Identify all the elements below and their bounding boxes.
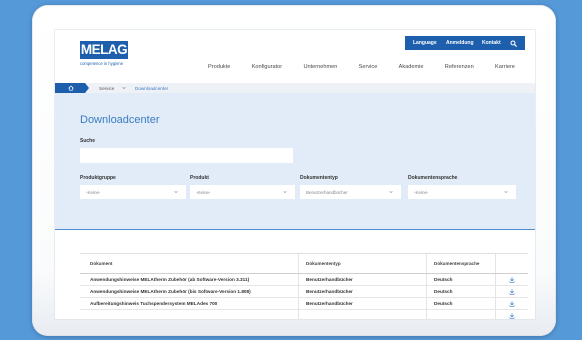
select-value: -Keine- <box>196 189 211 195</box>
table-header: Dokument Dokumententyp Dokumentensprache <box>80 253 528 274</box>
nav-item-referenzen[interactable]: Referenzen <box>445 64 474 71</box>
main-nav: Produkte Konfigurator Unternehmen Servic… <box>208 64 515 71</box>
utility-link-language[interactable]: Language <box>413 40 437 46</box>
download-cell <box>495 310 528 319</box>
column-header-document-language[interactable]: Dokumentensprache <box>426 254 495 273</box>
search-icon[interactable] <box>510 39 517 47</box>
search-input[interactable] <box>80 148 293 163</box>
download-icon[interactable] <box>509 276 515 283</box>
chevron-down-icon <box>389 191 393 193</box>
nav-item-konfigurator[interactable]: Konfigurator <box>252 64 282 71</box>
download-icon[interactable] <box>509 312 515 319</box>
document-name[interactable]: Anwendungshinweise MELAtherm Zubehör (ab… <box>80 274 298 285</box>
column-header-document[interactable]: Dokument <box>80 254 298 273</box>
breadcrumb: Service Downloadcenter <box>55 83 535 93</box>
tablet-screen: Language Anmeldung Kontakt MELAG compete… <box>55 30 535 319</box>
table-row[interactable]: Anwendungshinweise MELAtherm Zubehör (bi… <box>80 286 528 298</box>
download-icon[interactable] <box>509 288 515 295</box>
page-title: Downloadcenter <box>80 114 160 126</box>
document-language: Deutsch <box>426 298 495 309</box>
utility-link-contact[interactable]: Kontakt <box>482 40 501 46</box>
column-header-download <box>495 254 528 273</box>
column-header-document-type[interactable]: Dokumententyp <box>298 254 426 273</box>
nav-item-karriere[interactable]: Karriere <box>495 64 515 71</box>
table-row[interactable]: Anwendungshinweise MELAtherm Zubehör (ab… <box>80 274 528 286</box>
select-value: Benutzerhandbücher <box>306 189 348 195</box>
search-label: Suche <box>80 138 96 144</box>
document-name[interactable]: Aufbereitungshinweis Tuchspendersystem M… <box>80 298 298 309</box>
document-type: Benutzerhandbücher <box>298 274 426 285</box>
document-language: Deutsch <box>426 274 495 285</box>
nav-item-akademie[interactable]: Akademie <box>399 64 424 71</box>
chevron-down-icon[interactable] <box>122 86 126 90</box>
breadcrumb-item-current: Downloadcenter <box>135 85 169 91</box>
breadcrumb-home[interactable] <box>55 83 89 93</box>
chevron-down-icon <box>283 191 287 193</box>
document-name[interactable] <box>80 310 298 319</box>
breadcrumb-item-service[interactable]: Service <box>99 86 114 91</box>
tablet-frame: Language Anmeldung Kontakt MELAG compete… <box>32 5 556 336</box>
document-language <box>426 310 495 319</box>
nav-item-unternehmen[interactable]: Unternehmen <box>303 64 337 71</box>
filter-label-document-type: Dokumententyp <box>300 175 338 181</box>
filter-label-document-language: Dokumentensprache <box>408 175 458 181</box>
chevron-down-icon <box>174 191 178 193</box>
nav-item-service[interactable]: Service <box>359 64 378 71</box>
download-cell <box>495 274 528 285</box>
utility-link-login[interactable]: Anmeldung <box>446 40 474 46</box>
filter-label-product-group: Produktgruppe <box>80 175 116 181</box>
select-value: -Keine- <box>414 189 429 195</box>
table-row-partial[interactable] <box>80 310 528 319</box>
document-name[interactable]: Anwendungshinweise MELAtherm Zubehör (bi… <box>80 286 298 297</box>
table-row[interactable]: Aufbereitungshinweis Tuchspendersystem M… <box>80 298 528 310</box>
logo-wordmark: MELAG <box>80 41 128 59</box>
documents-table: Dokument Dokumententyp Dokumentensprache… <box>80 253 528 319</box>
nav-item-produkte[interactable]: Produkte <box>208 64 230 71</box>
site-logo[interactable]: MELAG competence in hygiene <box>80 41 130 66</box>
utility-nav: Language Anmeldung Kontakt <box>405 36 525 50</box>
document-language: Deutsch <box>426 286 495 297</box>
document-type <box>298 310 426 319</box>
filter-select-document-language[interactable]: -Keine- <box>408 185 516 199</box>
download-cell <box>495 298 528 309</box>
document-type: Benutzerhandbücher <box>298 298 426 309</box>
download-cell <box>495 286 528 297</box>
document-type: Benutzerhandbücher <box>298 286 426 297</box>
filter-select-document-type[interactable]: Benutzerhandbücher <box>300 185 401 199</box>
select-value: -Keine- <box>86 189 101 195</box>
home-icon <box>68 85 74 91</box>
filter-label-product: Produkt <box>190 175 209 181</box>
filter-select-product-group[interactable]: -Keine- <box>80 185 186 199</box>
chevron-down-icon <box>504 191 508 193</box>
download-icon[interactable] <box>509 300 515 307</box>
download-filter-panel: Downloadcenter Suche Produktgruppe -Kein… <box>55 93 535 230</box>
logo-tagline: competence in hygiene <box>80 61 124 66</box>
filter-select-product[interactable]: -Keine- <box>190 185 295 199</box>
